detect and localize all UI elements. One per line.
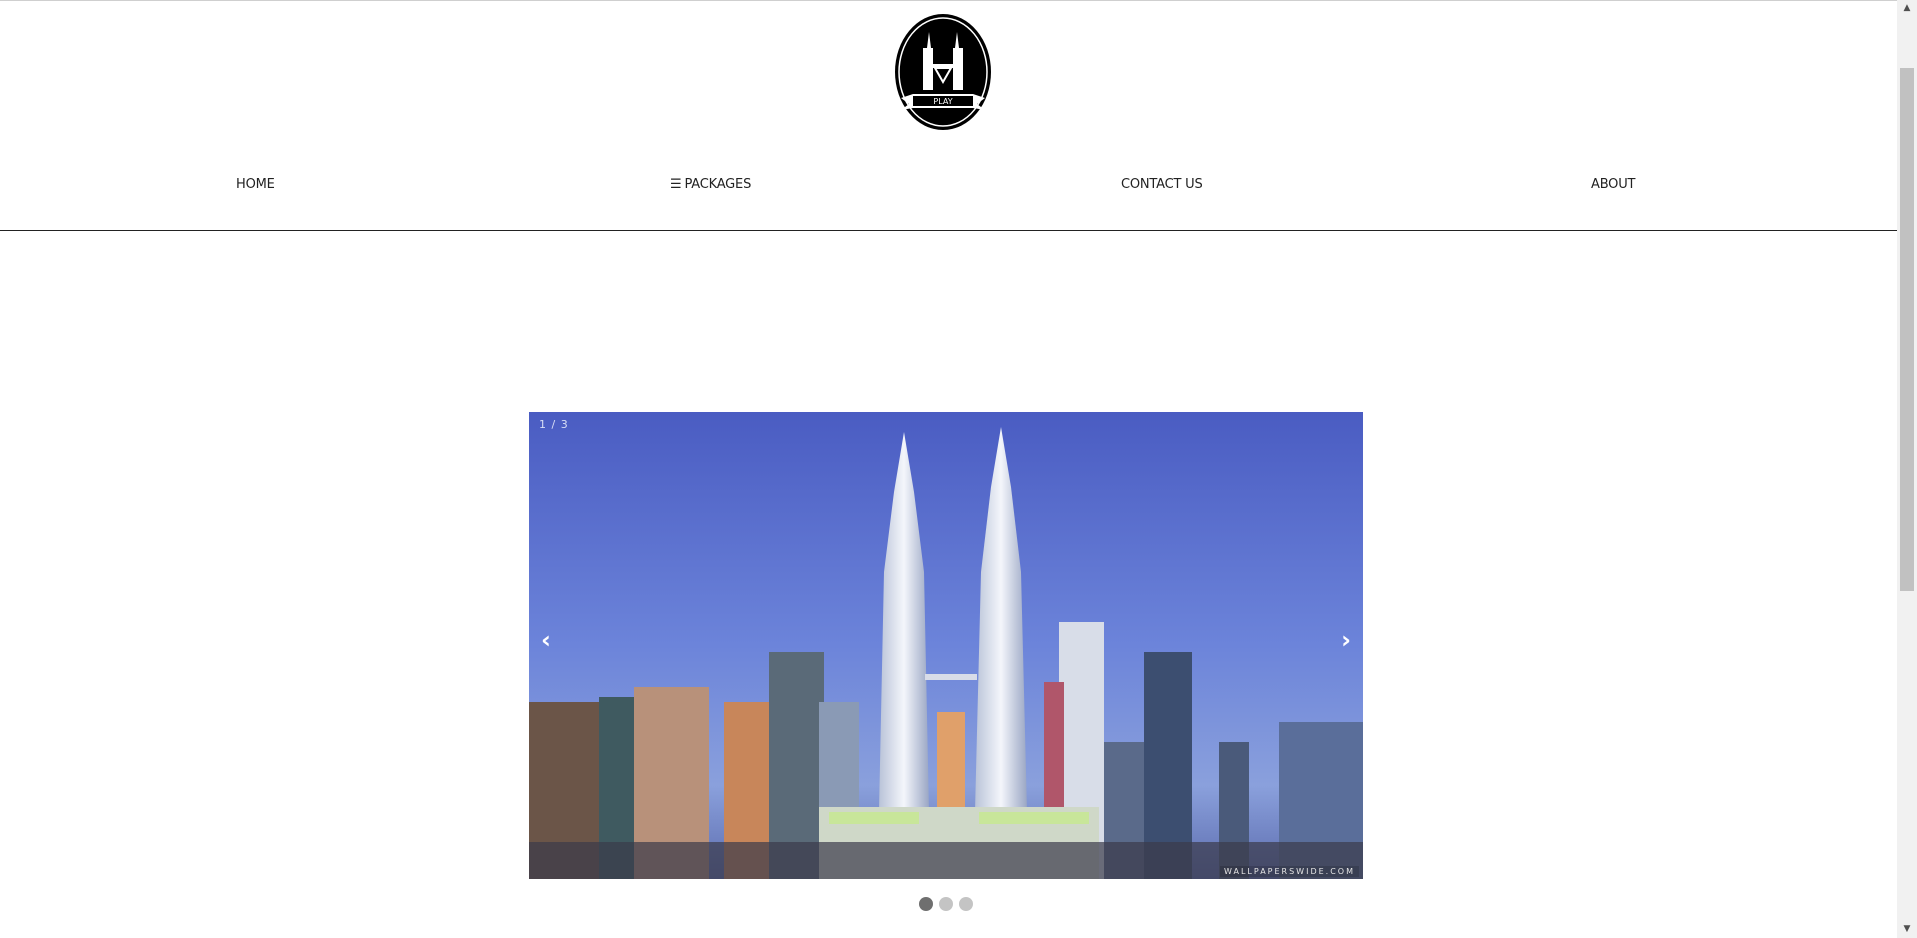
slide-dot-1[interactable]	[919, 897, 933, 911]
scroll-up-arrow-icon[interactable]: ▲	[1897, 0, 1917, 17]
scroll-thumb[interactable]	[1900, 68, 1914, 591]
main-nav: HOME ☰ PACKAGES CONTACT US ABOUT	[0, 173, 1897, 231]
image-slider: 1 / 3 ‹ › WALLPAPERSWIDE.COM	[529, 412, 1363, 879]
nav-contact-link[interactable]: CONTACT US	[1121, 177, 1203, 192]
slide-image-petronas-towers	[529, 412, 1363, 879]
brand-logo[interactable]: PLAY	[893, 12, 993, 132]
next-slide-arrow-icon[interactable]: ›	[1341, 628, 1351, 652]
image-watermark: WALLPAPERSWIDE.COM	[1220, 866, 1359, 877]
page: PLAY HOME ☰ PACKAGES CONTACT US ABOUT 1 …	[0, 0, 1897, 938]
nav-home-link[interactable]: HOME	[236, 177, 275, 192]
nav-about-link[interactable]: ABOUT	[1591, 177, 1635, 192]
scroll-down-arrow-icon[interactable]: ▼	[1897, 921, 1917, 938]
slide-dot-3[interactable]	[959, 897, 973, 911]
logo-text: PLAY	[933, 97, 952, 106]
menu-icon: ☰	[670, 177, 682, 192]
prev-slide-arrow-icon[interactable]: ‹	[541, 628, 551, 652]
slide-dot-2[interactable]	[939, 897, 953, 911]
nav-packages-link[interactable]: ☰ PACKAGES	[670, 177, 751, 192]
nav-packages-label: PACKAGES	[684, 177, 752, 192]
vertical-scrollbar[interactable]: ▲ ▼	[1897, 0, 1917, 938]
slider-dots	[919, 897, 973, 911]
slide-counter: 1 / 3	[539, 418, 569, 431]
